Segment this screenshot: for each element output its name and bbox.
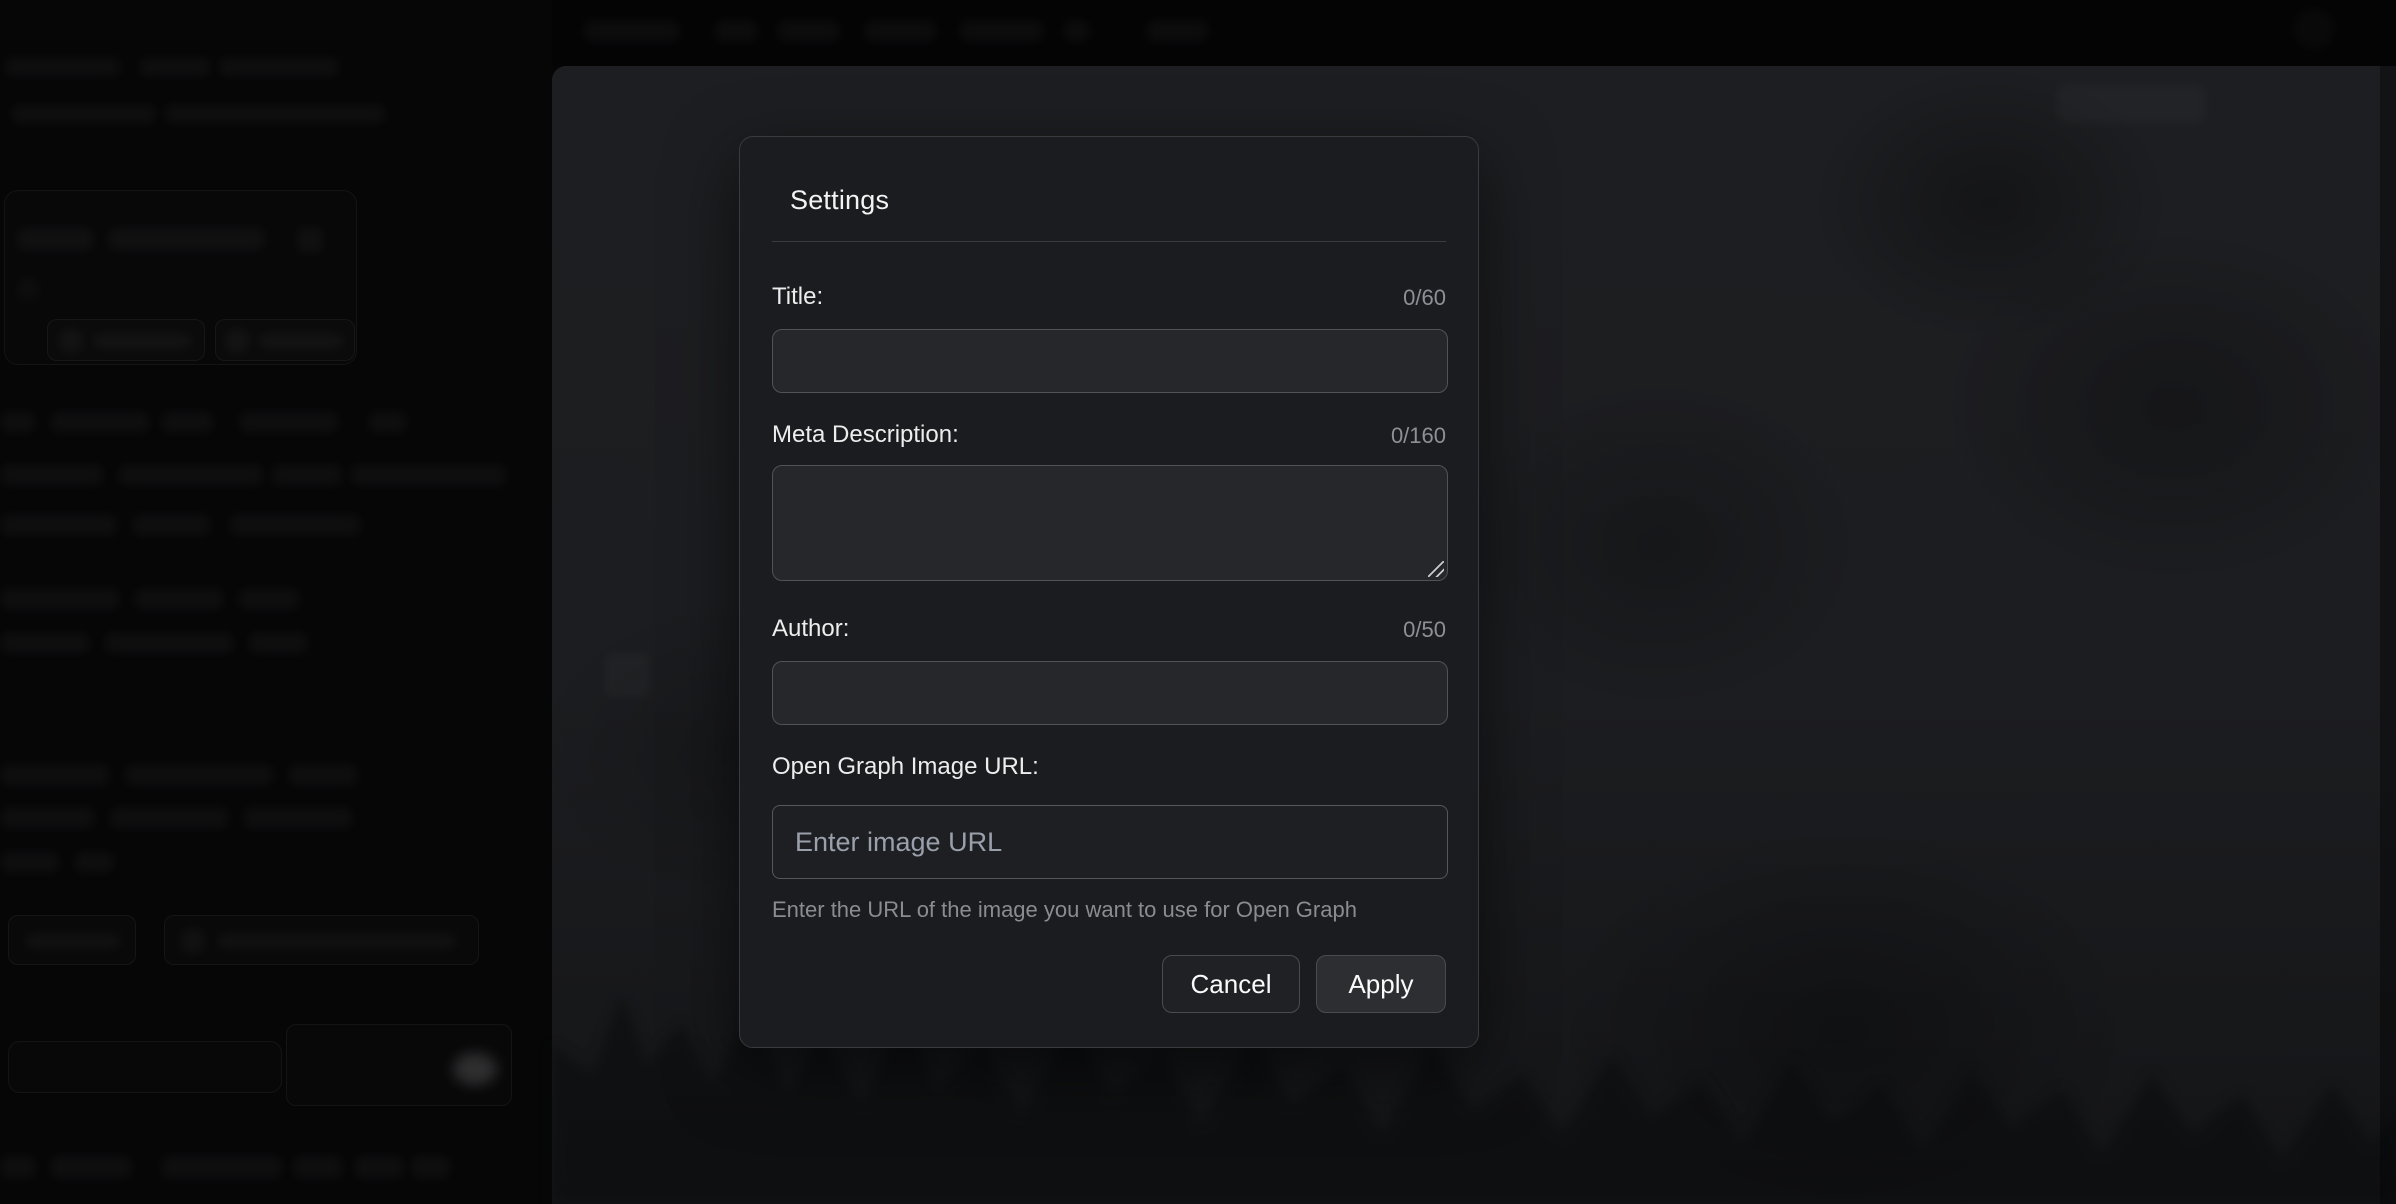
blurred-text — [229, 514, 361, 536]
attachment-card — [4, 190, 357, 365]
blurred-nav-item — [714, 20, 758, 42]
blurred-button — [604, 652, 650, 698]
blurred-label — [25, 933, 121, 949]
blurred-text — [17, 227, 94, 251]
blurred-text — [0, 1155, 36, 1179]
blurred-nav-item — [777, 20, 840, 42]
blurred-nav-item — [1063, 20, 1090, 42]
blurred-text — [4, 57, 121, 77]
blurred-text — [11, 104, 157, 124]
blurred-text — [0, 514, 118, 536]
author-input[interactable] — [772, 661, 1448, 725]
meta-description-label: Meta Description: — [772, 421, 959, 449]
blurred-nav-item — [1146, 20, 1209, 42]
blurred-text — [239, 411, 339, 433]
og-image-url-helper: Enter the URL of the image you want to u… — [772, 897, 1357, 923]
blurred-text — [118, 464, 264, 486]
blurred-text — [108, 227, 265, 251]
apply-button[interactable]: Apply — [1316, 955, 1446, 1013]
blurred-label — [258, 333, 344, 349]
blurred-text — [0, 851, 60, 873]
close-icon — [297, 227, 323, 253]
settings-modal: Settings Title: 0/60 Meta Description: 0… — [739, 136, 1479, 1048]
author-label: Author: — [772, 615, 849, 643]
blurred-label — [217, 933, 457, 949]
blurred-input — [8, 1041, 282, 1093]
blurred-text — [161, 1155, 282, 1179]
blurred-text — [354, 1155, 404, 1179]
blurred-text — [17, 277, 39, 301]
meta-description-textarea[interactable] — [772, 465, 1448, 581]
title-label: Title: — [772, 283, 823, 311]
blurred-text — [288, 764, 358, 786]
blurred-button — [164, 915, 479, 965]
blurred-text — [132, 514, 211, 536]
blurred-text — [248, 632, 308, 654]
blurred-text — [164, 104, 386, 124]
blurred-text — [271, 464, 343, 486]
title-counter: 0/60 — [1403, 285, 1446, 311]
modal-actions: Cancel Apply — [1162, 955, 1446, 1013]
author-counter: 0/50 — [1403, 617, 1446, 643]
blurred-text — [293, 1155, 343, 1179]
app-root: Settings Title: 0/60 Meta Description: 0… — [0, 0, 2396, 1204]
blurred-text — [124, 764, 274, 786]
blurred-text — [50, 411, 150, 433]
send-icon — [453, 1053, 497, 1085]
og-image-url-label: Open Graph Image URL: — [772, 753, 1039, 781]
og-image-url-input[interactable] — [772, 805, 1448, 879]
cancel-button[interactable]: Cancel — [1162, 955, 1300, 1013]
blurred-label — [92, 333, 192, 349]
modal-title: Settings — [790, 185, 889, 216]
blurred-text — [0, 807, 95, 829]
blurred-text — [243, 807, 353, 829]
blurred-button — [215, 319, 355, 361]
blurred-text — [0, 632, 90, 654]
blurred-text — [0, 764, 110, 786]
blurred-text — [74, 851, 114, 873]
blurred-text — [238, 588, 300, 610]
blurred-text — [50, 1155, 132, 1179]
blurred-text — [161, 411, 214, 433]
scroll-edge — [2380, 66, 2396, 1204]
blurred-text — [134, 588, 224, 610]
blurred-text — [139, 57, 211, 77]
blurred-text — [368, 411, 407, 433]
title-input[interactable] — [772, 329, 1448, 393]
meta-description-counter: 0/160 — [1391, 423, 1446, 449]
blurred-button — [8, 915, 136, 965]
blurred-button — [47, 319, 205, 361]
blurred-text — [109, 807, 229, 829]
blurred-composer — [286, 1024, 512, 1106]
blurred-text — [0, 411, 36, 433]
blurred-text — [0, 588, 120, 610]
blurred-text — [218, 57, 339, 77]
blurred-text — [411, 1155, 450, 1179]
blurred-nav-item — [864, 20, 937, 42]
chat-sidebar — [0, 0, 552, 1204]
blurred-icon — [181, 929, 205, 953]
blurred-icon — [224, 328, 250, 354]
blurred-icon — [58, 328, 84, 354]
blurred-text — [0, 464, 104, 486]
divider — [772, 241, 1446, 242]
blurred-text — [350, 464, 507, 486]
avatar — [2293, 8, 2335, 50]
blurred-nav-item — [959, 20, 1044, 42]
blurred-nav-item — [583, 20, 680, 42]
blurred-text — [104, 632, 234, 654]
blurred-element — [2056, 84, 2206, 124]
